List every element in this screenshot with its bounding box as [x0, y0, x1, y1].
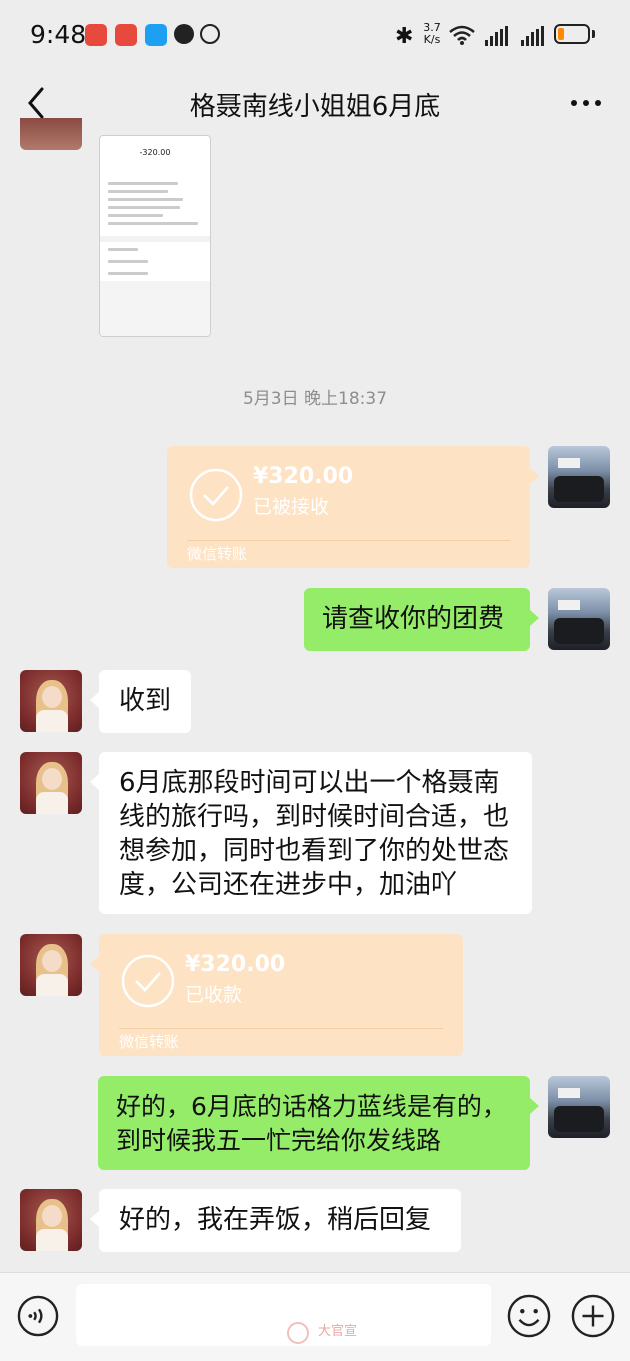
- message-text: 收到: [119, 686, 172, 716]
- plus-icon[interactable]: [571, 1294, 615, 1338]
- message-text: 好的，我在弄饭，稍后回复: [119, 1205, 432, 1235]
- receipt-line: [108, 182, 178, 185]
- divider: [187, 540, 510, 541]
- watermark-text: 大官宣: [318, 1324, 358, 1339]
- message-line: 线的旅行吗，到时候时间合适，也: [119, 802, 510, 832]
- transfer-amount: ¥320.00: [185, 952, 286, 977]
- emoji-icon[interactable]: [507, 1294, 551, 1338]
- chat-timestamp: 5月3日 晚上18:37: [242, 389, 388, 409]
- message-input[interactable]: [76, 1284, 491, 1346]
- watermark-logo: [287, 1322, 309, 1344]
- wifi-icon: [449, 25, 475, 45]
- message-bubble[interactable]: 请查收你的团费: [304, 588, 539, 651]
- back-button[interactable]: [22, 86, 52, 120]
- signal-icon: [485, 26, 508, 46]
- message-line: 好的，6月底的话格力蓝线是有的，: [116, 1092, 507, 1121]
- receipt-line: [108, 206, 180, 209]
- transfer-status: 已收款: [185, 984, 243, 1006]
- receipt-line: [108, 222, 198, 225]
- message-bubble[interactable]: 6月底那段时间可以出一个格聂南 线的旅行吗，到时候时间合适，也 想参加，同时也看…: [90, 752, 532, 914]
- check-circle-icon: [121, 954, 175, 1008]
- check-circle-icon: [189, 468, 243, 522]
- contact-avatar[interactable]: [20, 118, 82, 150]
- receipt-amount: -320.00: [139, 148, 171, 157]
- receipt-separator: [100, 236, 210, 242]
- transfer-bubble[interactable]: ¥320.00 已收款 微信转账: [90, 934, 463, 1056]
- message-line: 度，公司还在进步中，加油吖: [119, 870, 458, 900]
- message-icon: [145, 24, 167, 46]
- receipt-line: [108, 260, 148, 263]
- more-button[interactable]: [568, 88, 604, 118]
- battery-icon: [554, 24, 590, 44]
- notification-icon: [115, 24, 137, 46]
- battery-level: [558, 28, 564, 40]
- divider: [119, 1028, 443, 1029]
- message-bubble[interactable]: 好的，6月底的话格力蓝线是有的， 到时候我五一忙完给你发线路: [98, 1076, 539, 1170]
- status-time: 9:48: [30, 20, 87, 49]
- receipt-line: [108, 272, 148, 275]
- contact-avatar[interactable]: [20, 670, 82, 732]
- transfer-status: 已被接收: [253, 496, 330, 518]
- network-speed: 3.7 K/s: [420, 22, 444, 46]
- my-avatar[interactable]: [548, 588, 610, 650]
- voice-input-icon[interactable]: [17, 1295, 59, 1337]
- my-avatar[interactable]: [548, 446, 610, 508]
- message-line: 到时候我五一忙完给你发线路: [116, 1126, 442, 1155]
- signal-icon: [521, 26, 544, 46]
- message-line: 想参加，同时也看到了你的处世态: [119, 836, 510, 866]
- transfer-bubble[interactable]: ¥320.00 已被接收 微信转账: [167, 446, 539, 568]
- contact-avatar[interactable]: [20, 1189, 82, 1251]
- message-text: 请查收你的团费: [322, 604, 505, 634]
- missed-call-icon: [85, 24, 107, 46]
- qq-icon: [174, 24, 194, 44]
- contact-avatar[interactable]: [20, 752, 82, 814]
- message-line: 6月底那段时间可以出一个格聂南: [119, 768, 500, 798]
- receipt-line: [108, 198, 183, 201]
- transfer-label: 微信转账: [119, 1033, 180, 1051]
- chat-title: 格聂南线小姐姐6月底: [189, 92, 441, 122]
- receipt-line: [108, 190, 168, 193]
- alarm-icon: [200, 24, 220, 44]
- transfer-amount: ¥320.00: [253, 464, 354, 489]
- message-bubble[interactable]: 好的，我在弄饭，稍后回复: [90, 1189, 461, 1252]
- battery-cap: [592, 30, 595, 38]
- message-bubble[interactable]: 收到: [90, 670, 191, 733]
- receipt-line: [108, 214, 163, 217]
- transfer-label: 微信转账: [187, 545, 248, 563]
- contact-avatar[interactable]: [20, 934, 82, 996]
- bluetooth-icon: ✱: [395, 24, 414, 49]
- receipt-line: [108, 248, 138, 251]
- speed-unit: K/s: [423, 33, 441, 46]
- my-avatar[interactable]: [548, 1076, 610, 1138]
- receipt-image[interactable]: -320.00: [99, 135, 211, 337]
- receipt-footer: [100, 281, 210, 336]
